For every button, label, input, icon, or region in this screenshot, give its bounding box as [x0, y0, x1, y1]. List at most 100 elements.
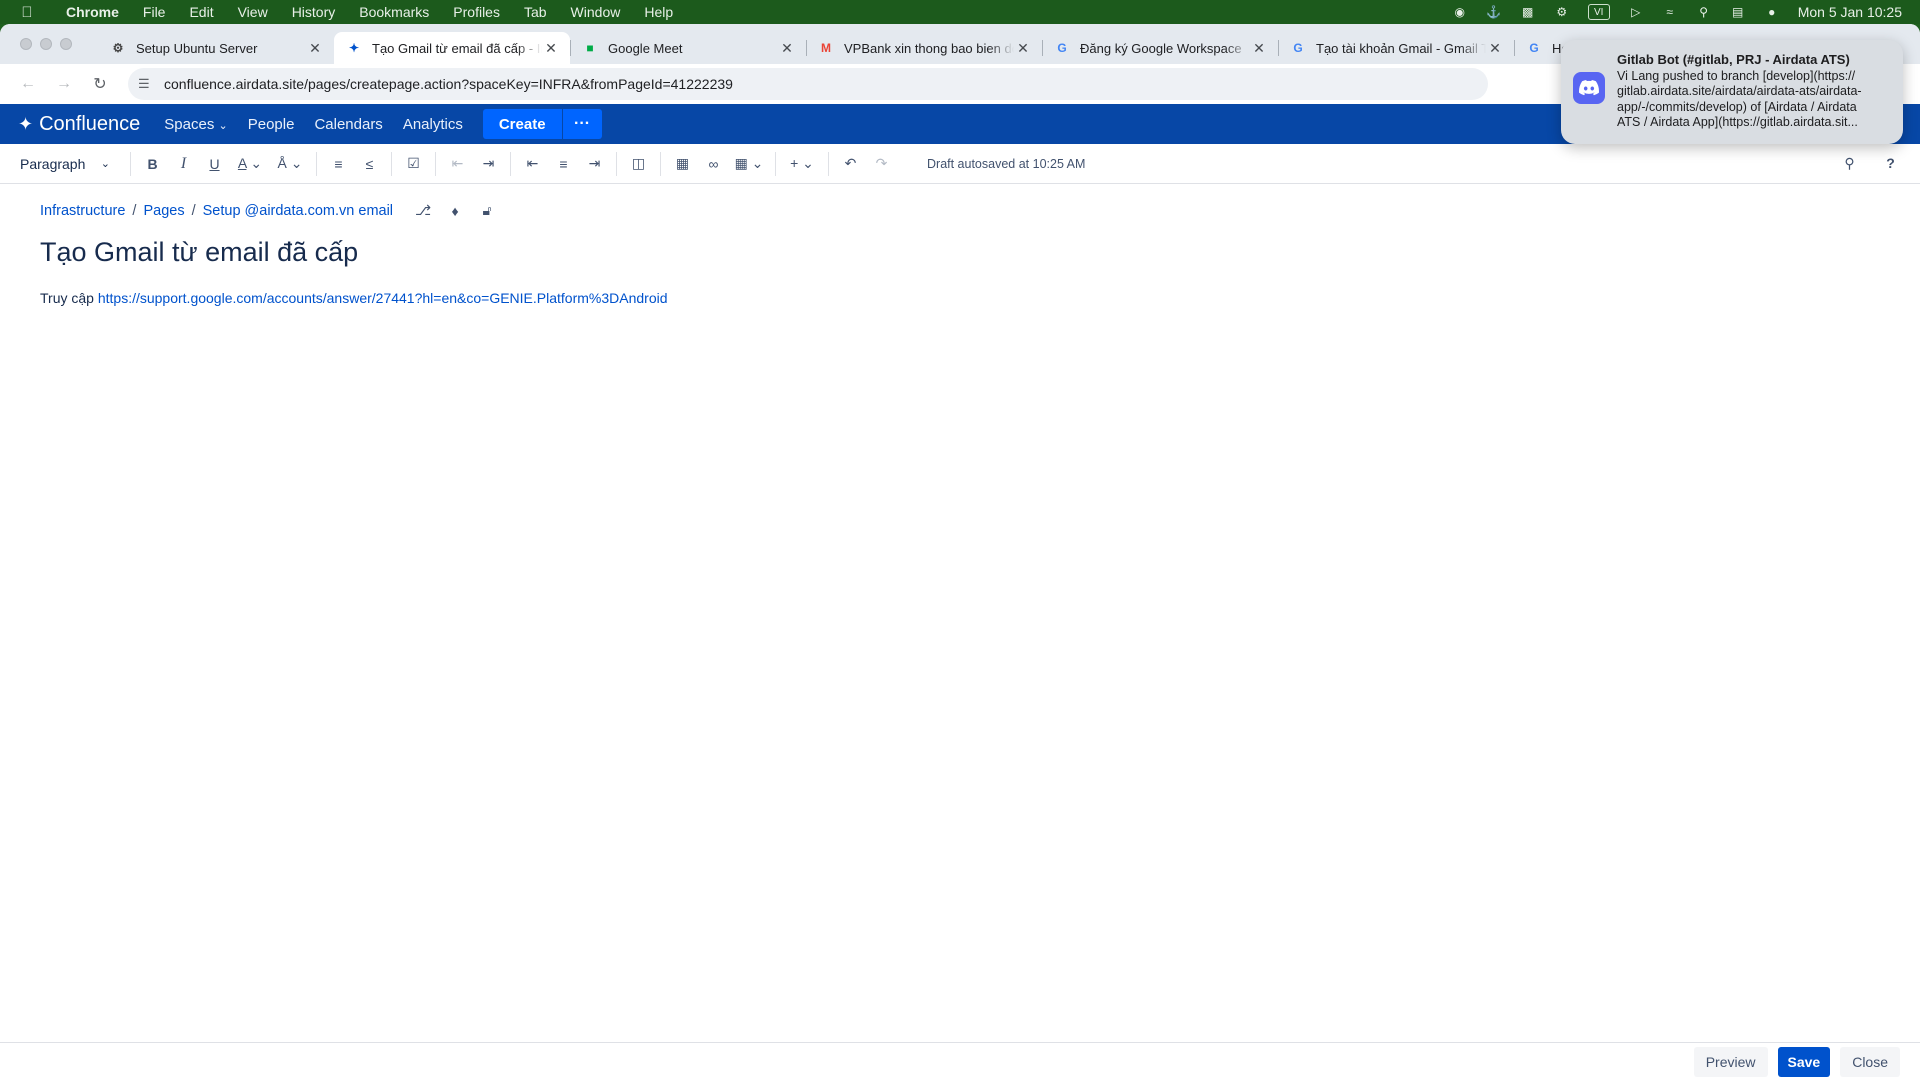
image-icon[interactable]: ▦	[667, 155, 698, 172]
undo-icon[interactable]: ↶	[835, 155, 866, 172]
close-tab-icon[interactable]: ✕	[1014, 40, 1032, 57]
save-button[interactable]: Save	[1777, 1046, 1831, 1077]
docker-icon[interactable]: ⚓	[1486, 4, 1502, 20]
bullet-list-icon[interactable]: ≡	[323, 156, 354, 172]
siri-icon[interactable]: ●	[1764, 4, 1780, 20]
tab-vpbank[interactable]: M VPBank xin thong bao bien do ✕	[806, 32, 1042, 64]
menu-history[interactable]: History	[280, 4, 348, 20]
minimize-window-button[interactable]	[40, 38, 52, 50]
insert-more-icon[interactable]: + ⌄	[782, 155, 822, 172]
page-tree-icon[interactable]: ⎇	[415, 202, 431, 219]
underline-icon[interactable]: U	[199, 156, 230, 172]
close-tab-icon[interactable]: ✕	[778, 40, 796, 57]
extension-icon[interactable]: ▩	[1520, 4, 1536, 20]
address-url: confluence.airdata.site/pages/createpage…	[164, 76, 733, 92]
table-icon[interactable]: ▦ ⌄	[729, 155, 769, 172]
address-bar[interactable]: ☰ confluence.airdata.site/pages/createpa…	[128, 68, 1488, 100]
vpn-icon[interactable]: ◉	[1452, 4, 1468, 20]
notification-body: Vi Lang pushed to branch [develop](https…	[1617, 68, 1862, 130]
confluence-logo[interactable]: ✦ Confluence	[18, 113, 140, 136]
menu-edit[interactable]: Edit	[177, 4, 225, 20]
nav-analytics[interactable]: Analytics	[393, 116, 473, 133]
outdent-icon[interactable]: ⇤	[442, 155, 473, 172]
menu-help[interactable]: Help	[632, 4, 685, 20]
bold-icon[interactable]: B	[137, 156, 168, 172]
toolbar-divider	[130, 151, 131, 176]
menubar-clock[interactable]: Mon 5 Jan 10:25	[1798, 4, 1902, 20]
align-right-icon[interactable]: ⇥	[579, 155, 610, 172]
breadcrumb-separator: /	[191, 202, 196, 219]
tab-tao-tai-khoan-gmail[interactable]: G Tạo tài khoản Gmail - Gmail Tr ✕	[1278, 32, 1514, 64]
gear-icon: ⚙	[112, 41, 124, 55]
task-list-icon[interactable]: ☑	[398, 155, 429, 172]
chevron-down-icon: ⌄	[218, 119, 228, 132]
discord-notification[interactable]: Gitlab Bot (#gitlab, PRJ - Airdata ATS) …	[1561, 40, 1903, 144]
find-replace-icon[interactable]: ⚲	[1834, 155, 1865, 172]
close-window-button[interactable]	[20, 38, 32, 50]
more-create-button[interactable]: ···	[561, 109, 602, 139]
toolbar-divider	[391, 151, 392, 176]
wifi-icon[interactable]: ≈	[1662, 4, 1678, 20]
create-button[interactable]: Create	[482, 109, 562, 139]
close-button[interactable]: Close	[1840, 1046, 1900, 1077]
body-paragraph[interactable]: Truy cập https://support.google.com/acco…	[40, 290, 1880, 306]
redo-icon[interactable]: ↷	[866, 155, 897, 172]
toolbar-divider	[510, 151, 511, 176]
nav-calendars[interactable]: Calendars	[304, 116, 392, 133]
spotlight-search-icon[interactable]: ⚲	[1696, 4, 1712, 20]
close-tab-icon[interactable]: ✕	[542, 40, 560, 57]
play-icon[interactable]: ▷	[1628, 4, 1644, 20]
breadcrumb-pages[interactable]: Pages	[143, 203, 184, 219]
back-icon[interactable]: ←	[10, 75, 46, 93]
menu-profiles[interactable]: Profiles	[441, 4, 512, 20]
text-color-icon[interactable]: A ⌄	[230, 155, 270, 172]
text-format-icon[interactable]: Å ⌄	[270, 155, 310, 172]
close-tab-icon[interactable]: ✕	[1486, 40, 1504, 57]
menu-tab[interactable]: Tab	[512, 4, 559, 20]
page-layout-icon[interactable]: ◫	[623, 155, 654, 172]
label-tag-icon[interactable]: ♦	[447, 203, 463, 219]
menu-view[interactable]: View	[226, 4, 280, 20]
preview-button[interactable]: Preview	[1693, 1046, 1768, 1077]
paragraph-style-select[interactable]: Paragraph ⌄	[20, 156, 110, 172]
page-title[interactable]: Tạo Gmail từ email đã cấp	[40, 237, 1880, 268]
breadcrumb-setup-email[interactable]: Setup @airdata.com.vn email	[203, 203, 393, 219]
forward-icon[interactable]: →	[46, 75, 82, 93]
paragraph-style-value: Paragraph	[20, 155, 86, 172]
restrictions-lock-icon[interactable]: 🔓︎	[479, 202, 495, 219]
confluence-logo-text: Confluence	[39, 112, 141, 135]
help-icon[interactable]: ?	[1875, 155, 1906, 172]
tab-tao-gmail[interactable]: ✦ Tạo Gmail từ email đã cấp - In ✕	[334, 32, 570, 64]
nav-people[interactable]: People	[238, 116, 305, 133]
reload-icon[interactable]: ↻	[82, 74, 118, 94]
toolbar-divider	[660, 151, 661, 176]
menu-file[interactable]: File	[131, 4, 178, 20]
site-info-icon[interactable]: ☰	[138, 76, 164, 92]
numbered-list-icon[interactable]: ≤	[354, 156, 385, 172]
network-icon[interactable]: ⚙	[1554, 4, 1570, 20]
gmail-icon: M	[821, 41, 831, 55]
close-tab-icon[interactable]: ✕	[306, 40, 324, 57]
control-center-icon[interactable]: ▤	[1730, 4, 1746, 20]
breadcrumb-infrastructure[interactable]: Infrastructure	[40, 203, 125, 219]
chevron-down-icon: ⌄	[100, 158, 110, 170]
italic-icon[interactable]: I	[168, 155, 199, 173]
menu-bookmarks[interactable]: Bookmarks	[347, 4, 441, 20]
nav-spaces[interactable]: Spaces ⌄	[154, 116, 237, 133]
align-center-icon[interactable]: ≡	[548, 156, 579, 172]
zoom-window-button[interactable]	[60, 38, 72, 50]
apple-icon[interactable]: 	[0, 4, 54, 21]
link-icon[interactable]: ∞	[698, 156, 729, 172]
tab-dang-ky-google-workspace[interactable]: G Đăng ký Google Workspace ✕	[1042, 32, 1278, 64]
menu-window[interactable]: Window	[559, 4, 633, 20]
menu-app-chrome[interactable]: Chrome	[54, 4, 131, 20]
support-link[interactable]: https://support.google.com/accounts/answ…	[98, 290, 668, 306]
tab-title: Setup Ubuntu Server	[136, 40, 258, 56]
tab-setup-ubuntu-server[interactable]: ⚙ Setup Ubuntu Server ✕	[98, 32, 334, 64]
align-left-icon[interactable]: ⇤	[517, 155, 548, 172]
input-source-icon[interactable]: VI	[1587, 4, 1610, 20]
tab-google-meet[interactable]: ■ Google Meet ✕	[570, 32, 806, 64]
indent-icon[interactable]: ⇥	[473, 155, 504, 172]
close-tab-icon[interactable]: ✕	[1250, 40, 1268, 57]
editor-content[interactable]: Infrastructure / Pages / Setup @airdata.…	[0, 184, 1920, 1032]
